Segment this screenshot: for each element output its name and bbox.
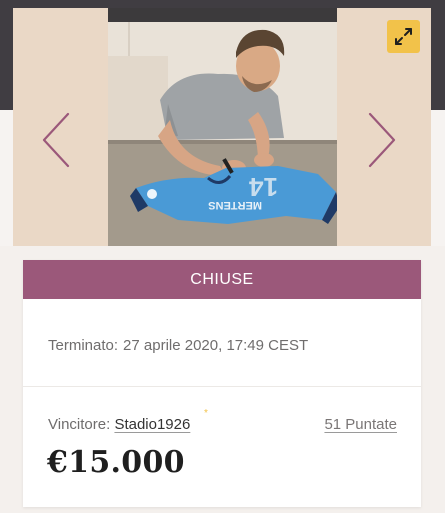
image-gallery: MERTENS 14 <box>0 0 445 246</box>
ended-label: Terminato: <box>48 337 119 354</box>
auction-result-card: CHIUSE Terminato: 27 aprile 2020, 17:49 … <box>23 260 421 507</box>
next-image-button[interactable] <box>362 108 402 172</box>
final-price: €15.000 <box>47 445 185 480</box>
winner-star-icon: * <box>204 408 208 419</box>
winner-name-link[interactable]: Stadio1926 <box>114 416 190 433</box>
svg-text:14: 14 <box>249 172 278 202</box>
ended-date: 27 aprile 2020, 17:49 CEST <box>123 337 309 354</box>
winner-section: Vincitore: Stadio1926 * 51 Puntate €15.0… <box>23 387 421 507</box>
ended-info: Terminato: 27 aprile 2020, 17:49 CEST <box>23 299 421 386</box>
fullscreen-button[interactable] <box>387 20 420 53</box>
bids-count-link[interactable]: 51 Puntate <box>324 416 397 433</box>
winner-line: Vincitore: Stadio1926 <box>48 416 190 433</box>
status-banner: CHIUSE <box>23 260 421 299</box>
chevron-right-icon <box>368 112 396 168</box>
chevron-left-icon <box>42 112 70 168</box>
expand-arrows-icon <box>395 28 412 45</box>
winner-label: Vincitore: <box>48 416 111 433</box>
main-photo[interactable]: MERTENS 14 <box>108 8 337 246</box>
status-label: CHIUSE <box>190 270 254 288</box>
photo-illustration: MERTENS 14 <box>108 8 337 246</box>
previous-image-button[interactable] <box>36 108 76 172</box>
